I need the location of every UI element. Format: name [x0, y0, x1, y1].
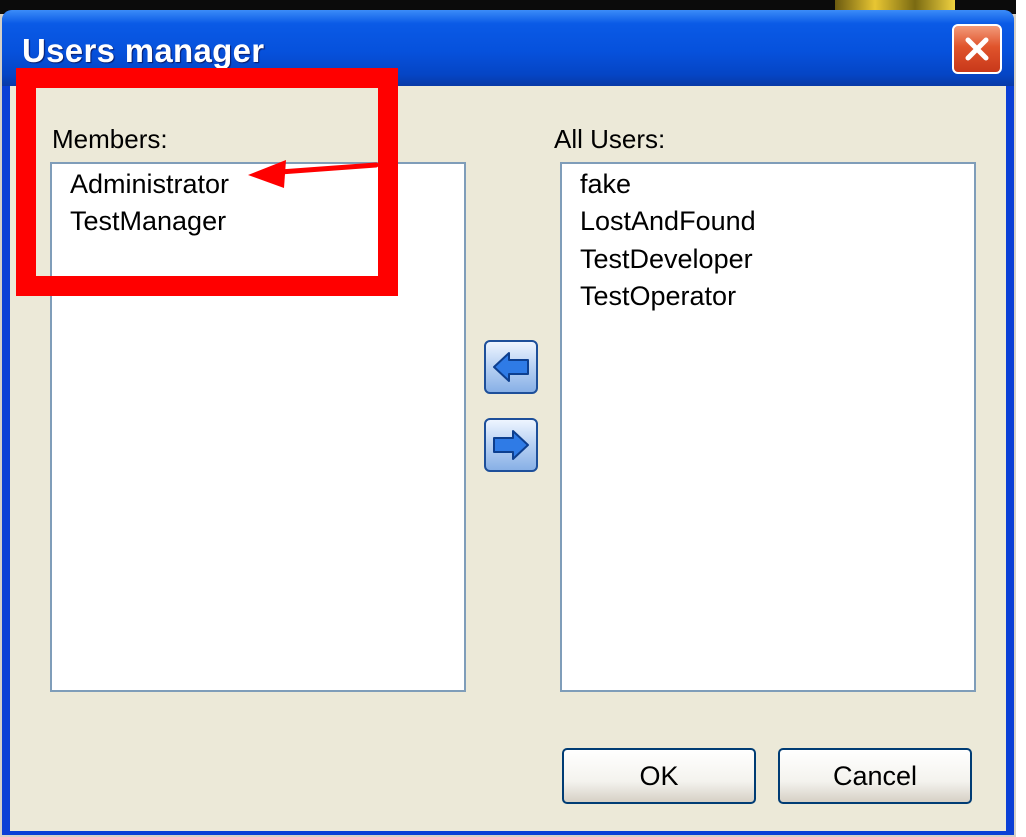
all-users-item-fake[interactable]: fake [580, 169, 631, 200]
close-button[interactable] [952, 24, 1002, 74]
all-users-item-testdeveloper[interactable]: TestDeveloper [580, 244, 753, 275]
close-icon [965, 37, 989, 61]
window-title: Users manager [22, 32, 265, 69]
arrow-left-icon [493, 352, 529, 382]
members-item-administrator[interactable]: Administrator [70, 169, 229, 200]
annotation-arrow-icon [248, 160, 379, 188]
dialog-client-area: Members: Administrator TestManager All U… [10, 86, 1006, 831]
move-left-button[interactable] [484, 340, 538, 394]
arrow-right-icon [493, 430, 529, 460]
all-users-listbox[interactable]: fake LostAndFound TestDeveloper TestOper… [560, 162, 976, 692]
all-users-label: All Users: [554, 124, 666, 154]
all-users-item-testoperator[interactable]: TestOperator [580, 281, 736, 312]
users-manager-dialog: Users manager Members: Administrator Tes… [2, 10, 1014, 835]
move-right-button[interactable] [484, 418, 538, 472]
cancel-button[interactable]: Cancel [778, 748, 972, 804]
background-window-edge [1016, 0, 1026, 837]
background-image-fragment [835, 0, 955, 10]
members-listbox[interactable]: Administrator TestManager [50, 162, 466, 692]
members-item-testmanager[interactable]: TestManager [70, 206, 226, 237]
ok-button[interactable]: OK [562, 748, 756, 804]
title-bar[interactable]: Users manager [2, 10, 1014, 86]
all-users-item-lostandfound[interactable]: LostAndFound [580, 206, 756, 237]
members-label: Members: [52, 124, 168, 154]
